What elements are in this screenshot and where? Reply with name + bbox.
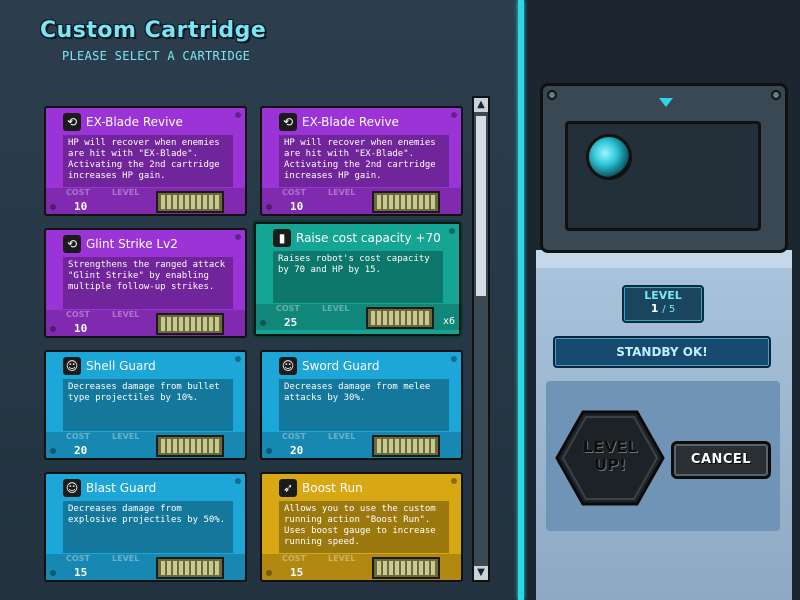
cartridge-connector	[156, 191, 224, 213]
level-label: LEVEL	[328, 188, 356, 197]
cost-label: COST	[282, 554, 306, 563]
cartridge-connector	[372, 435, 440, 457]
cartridge-card[interactable]: ☺ Shell Guard Decreases damage from bull…	[44, 350, 247, 460]
cartridge-cost: 20	[290, 444, 304, 457]
cartridge-description: HP will recover when enemies are hit wit…	[63, 135, 233, 187]
cartridge-description: Strengthens the ranged attack "Glint Str…	[63, 257, 233, 309]
cancel-button[interactable]: CANCEL	[671, 441, 771, 479]
level-label: LEVEL	[112, 432, 140, 441]
level-label: LEVEL	[112, 310, 140, 319]
cartridge-name: Blast Guard	[86, 481, 157, 495]
cartridge-name: EX-Blade Revive	[302, 115, 399, 129]
cost-label: COST	[282, 188, 306, 197]
cartridge-slot	[565, 121, 761, 231]
cartridge-cost: 10	[74, 200, 88, 213]
page-title: Custom Cartridge	[40, 18, 267, 43]
cartridge-connector	[372, 191, 440, 213]
cartridge-description: Decreases damage from bullet type projec…	[63, 379, 233, 431]
bolt-icon	[771, 90, 781, 100]
cartridge-card[interactable]: ☺ Sword Guard Decreases damage from mele…	[260, 350, 463, 460]
status-display: STANDBY OK!	[553, 336, 771, 368]
lens-icon	[586, 134, 632, 180]
cartridge-name: Boost Run	[302, 481, 363, 495]
level-up-button[interactable]: LEVEL UP!	[555, 410, 665, 506]
cartridge-description: Decreases damage from explosive projecti…	[63, 501, 233, 553]
battery-icon: ▮	[273, 229, 291, 247]
cartridge-connector	[366, 307, 434, 329]
page-subtitle: PLEASE SELECT A CARTRIDGE	[62, 49, 251, 63]
level-up-line1: LEVEL	[582, 437, 638, 456]
cartridge-quantity: x6	[442, 316, 455, 327]
level-label: LEVEL	[322, 304, 350, 313]
cartridge-connector	[156, 435, 224, 457]
cartridge-cost: 25	[284, 316, 298, 329]
cartridge-card[interactable]: ☺ Blast Guard Decreases damage from expl…	[44, 472, 247, 582]
cartridge-name: Shell Guard	[86, 359, 156, 373]
cost-label: COST	[66, 432, 90, 441]
cartridge-cost: 15	[74, 566, 88, 579]
level-current: 1	[650, 302, 659, 315]
blade-icon: ⟲	[279, 113, 297, 131]
scroll-down-button[interactable]: ▼	[474, 566, 488, 580]
level-max: / 5	[662, 304, 676, 315]
cartridge-description: HP will recover when enemies are hit wit…	[279, 135, 449, 187]
cartridge-cost: 15	[290, 566, 304, 579]
level-label: LEVEL	[644, 289, 682, 302]
cost-label: COST	[66, 188, 90, 197]
cartridge-card[interactable]: ⟲ EX-Blade Revive HP will recover when e…	[44, 106, 247, 216]
bolt-icon	[547, 90, 557, 100]
cost-label: COST	[276, 304, 300, 313]
level-label: LEVEL	[112, 554, 140, 563]
cartridge-connector	[156, 313, 224, 335]
blade-icon: ⟲	[63, 113, 81, 131]
cartridge-scrollbar[interactable]: ▲ ▼	[472, 96, 490, 582]
cartridge-name: Raise cost capacity +70	[296, 231, 441, 245]
scrollbar-thumb[interactable]	[476, 116, 486, 296]
cartridge-description: Decreases damage from melee attacks by 3…	[279, 379, 449, 431]
cartridge-description: Raises robot's cost capacity by 70 and H…	[273, 251, 443, 303]
cartridge-list: ⟲ EX-Blade Revive HP will recover when e…	[44, 106, 464, 586]
blade-icon: ⟲	[63, 235, 81, 253]
cartridge-connector	[156, 557, 224, 579]
cost-label: COST	[66, 554, 90, 563]
cost-label: COST	[66, 310, 90, 319]
cartridge-cost: 10	[74, 322, 88, 335]
cartridge-name: Glint Strike Lv2	[86, 237, 178, 251]
cartridge-name: Sword Guard	[302, 359, 380, 373]
level-label: LEVEL	[328, 432, 356, 441]
robot-face-icon: ☺	[279, 357, 297, 375]
robot-face-icon: ☺	[63, 357, 81, 375]
level-display: LEVEL 1 / 5	[622, 285, 704, 323]
cartridge-slot-device	[540, 83, 788, 253]
boot-icon: ➶	[279, 479, 297, 497]
cartridge-description: Allows you to use the custom running act…	[279, 501, 449, 553]
cartridge-card[interactable]: ➶ Boost Run Allows you to use the custom…	[260, 472, 463, 582]
scroll-up-button[interactable]: ▲	[474, 98, 488, 112]
cost-label: COST	[282, 432, 306, 441]
level-label: LEVEL	[328, 554, 356, 563]
cartridge-name: EX-Blade Revive	[86, 115, 183, 129]
level-up-line2: UP!	[593, 455, 626, 474]
cartridge-card[interactable]: ⟲ EX-Blade Revive HP will recover when e…	[260, 106, 463, 216]
level-label: LEVEL	[112, 188, 140, 197]
cartridge-card[interactable]: ▮ Raise cost capacity +70 Raises robot's…	[254, 222, 461, 336]
panel-divider	[518, 0, 524, 600]
cartridge-connector	[372, 557, 440, 579]
cartridge-cost: 10	[290, 200, 304, 213]
robot-face-icon: ☺	[63, 479, 81, 497]
cartridge-cost: 20	[74, 444, 88, 457]
cartridge-card[interactable]: ⟲ Glint Strike Lv2 Strengthens the range…	[44, 228, 247, 338]
insert-arrow-icon	[659, 98, 673, 107]
